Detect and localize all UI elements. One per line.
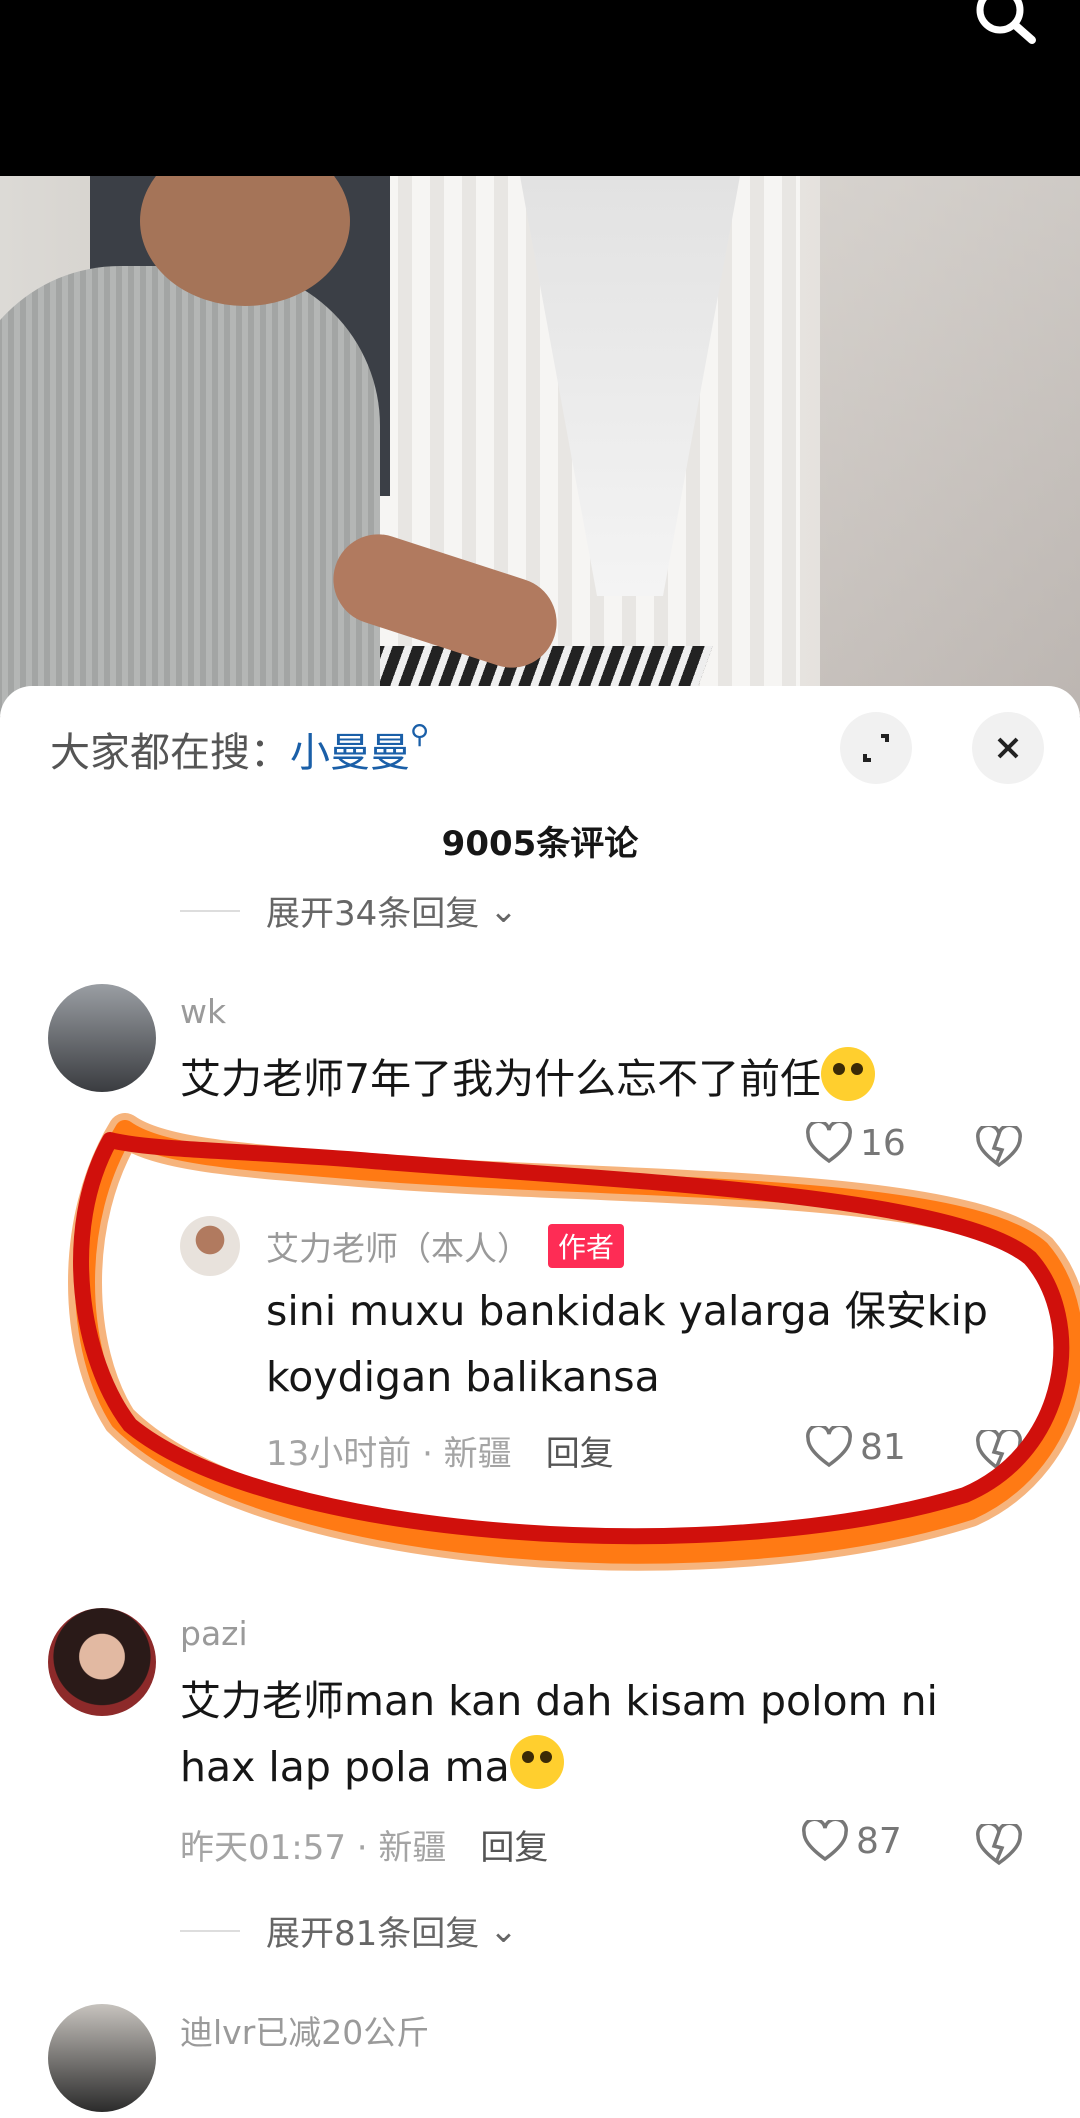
- heart-icon: [806, 1426, 852, 1468]
- expand-replies[interactable]: 展开81条回复 ⌄: [180, 1906, 518, 1955]
- comment-panel: 大家都在搜：小曼曼⚲ 9005条评论 展开34条回复 ⌄ wk 艾力老师7年了我…: [0, 686, 1080, 2118]
- like-count: 81: [860, 1426, 906, 1468]
- dislike-icon[interactable]: [976, 1824, 1022, 1866]
- expand-replies-label: 展开34条回复: [266, 894, 480, 934]
- author-avatar[interactable]: [180, 1216, 240, 1276]
- comment-count: 9005条评论: [441, 824, 639, 864]
- expand-icon: [863, 734, 889, 762]
- close-button[interactable]: [972, 712, 1044, 784]
- reply-button[interactable]: 回复: [546, 1434, 614, 1474]
- author-username[interactable]: 艾力老师（本人） 作者: [266, 1222, 625, 1270]
- hot-search: 大家都在搜：小曼曼⚲: [50, 720, 429, 778]
- hot-search-term[interactable]: 小曼曼⚲: [290, 720, 429, 776]
- divider: [180, 909, 240, 912]
- divider: [180, 1929, 240, 1932]
- reply-time: 13小时前 · 新疆: [266, 1434, 512, 1474]
- comment-username[interactable]: wk: [180, 992, 226, 1031]
- heart-icon: [802, 1820, 848, 1862]
- reply-button[interactable]: 回复: [480, 1828, 548, 1868]
- comment-text: 艾力老师7年了我为什么忘不了前任: [180, 1046, 876, 1112]
- video-frame[interactable]: [0, 176, 1080, 716]
- avatar[interactable]: [48, 984, 156, 1092]
- search-icon[interactable]: [970, 0, 1040, 58]
- chevron-down-icon: ⌄: [489, 890, 518, 931]
- like-button[interactable]: 87: [802, 1820, 902, 1862]
- like-button[interactable]: 16: [806, 1122, 906, 1164]
- dislike-icon[interactable]: [976, 1430, 1022, 1472]
- chevron-down-icon: ⌄: [489, 1910, 518, 1951]
- reply-text: sini muxu bankidak yalarga 保安kip koydiga…: [266, 1287, 988, 1401]
- expand-replies[interactable]: 展开34条回复 ⌄: [180, 886, 518, 935]
- like-button[interactable]: 81: [806, 1426, 906, 1468]
- expand-replies-label: 展开81条回复: [266, 1914, 480, 1954]
- author-badge: 作者: [548, 1224, 625, 1268]
- comment-time: 昨天01:57 · 新疆: [180, 1828, 447, 1868]
- hot-search-label: 大家都在搜：: [50, 730, 290, 776]
- comment-text: 艾力老师man kan dah kisam polom ni hax lap p…: [180, 1677, 938, 1791]
- piano-reflection: [820, 176, 1080, 716]
- close-icon: [997, 737, 1019, 759]
- mini-search-icon: ⚲: [410, 720, 430, 750]
- like-count: 87: [856, 1820, 902, 1862]
- avatar[interactable]: [48, 1608, 156, 1716]
- reply-meta: 13小时前 · 新疆 回复: [266, 1426, 614, 1475]
- comment-username[interactable]: 迪lvr已减20公斤: [180, 2006, 429, 2054]
- expand-button[interactable]: [840, 712, 912, 784]
- top-bar: [0, 0, 1080, 176]
- comment-username[interactable]: pazi: [180, 1614, 248, 1653]
- comment-meta: 昨天01:57 · 新疆 回复: [180, 1820, 548, 1869]
- dislike-icon[interactable]: [976, 1126, 1022, 1168]
- like-count: 16: [860, 1122, 906, 1164]
- emoji-icon: [821, 1047, 876, 1101]
- heart-icon: [806, 1122, 852, 1164]
- avatar[interactable]: [48, 2004, 156, 2112]
- emoji-icon: [509, 1735, 564, 1789]
- person-sweater: [0, 266, 380, 716]
